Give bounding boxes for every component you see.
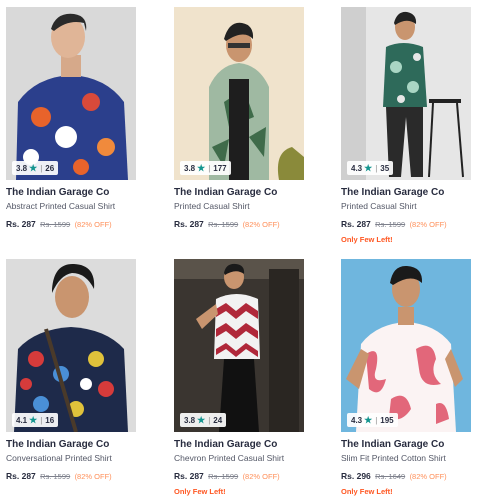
- review-count: 26: [45, 163, 55, 173]
- rating-badge: 4.3 ★ | 35: [347, 161, 394, 175]
- divider: |: [375, 163, 378, 173]
- rating-value: 3.8: [184, 163, 196, 173]
- price-row: Rs. 296 Rs. 1649 (82% OFF): [341, 471, 471, 481]
- product-image[interactable]: 3.8 ★ | 24: [174, 259, 304, 432]
- rating-badge: 4.1 ★ | 16: [12, 413, 59, 427]
- original-price: Rs. 1599: [208, 472, 239, 481]
- review-count: 177: [213, 163, 227, 173]
- price-row: Rs. 287 Rs. 1599 (82% OFF): [174, 219, 304, 229]
- discount-label: (82% OFF): [409, 220, 447, 229]
- product-image[interactable]: 3.8 ★ | 177: [174, 7, 304, 180]
- rating-badge: 3.8 ★ | 26: [12, 161, 59, 175]
- current-price: Rs. 287: [6, 471, 36, 481]
- product-brand[interactable]: The Indian Garage Co: [341, 439, 471, 450]
- star-icon: ★: [29, 162, 38, 173]
- divider: |: [40, 415, 43, 425]
- discount-label: (82% OFF): [242, 472, 280, 481]
- discount-label: (82% OFF): [74, 220, 112, 229]
- product-name[interactable]: Chevron Printed Casual Shirt: [174, 453, 304, 463]
- rating-value: 4.3: [351, 415, 363, 425]
- product-card[interactable]: 4.3 ★ | 35 The Indian Garage Co Printed …: [341, 7, 471, 244]
- product-brand[interactable]: The Indian Garage Co: [174, 187, 304, 198]
- original-price: Rs. 1599: [208, 220, 239, 229]
- product-name[interactable]: Conversational Printed Shirt: [6, 453, 136, 463]
- product-card[interactable]: 4.3 ★ | 195 The Indian Garage Co Slim Fi…: [341, 259, 471, 496]
- original-price: Rs. 1599: [40, 472, 71, 481]
- discount-label: (82% OFF): [409, 472, 447, 481]
- current-price: Rs. 287: [174, 471, 204, 481]
- product-image[interactable]: 3.8 ★ | 26: [6, 7, 136, 180]
- current-price: Rs. 287: [341, 219, 371, 229]
- divider: |: [375, 415, 378, 425]
- rating-badge: 3.8 ★ | 177: [180, 161, 231, 175]
- review-count: 16: [45, 415, 55, 425]
- original-price: Rs. 1599: [40, 220, 71, 229]
- product-name[interactable]: Slim Fit Printed Cotton Shirt: [341, 453, 471, 463]
- product-image[interactable]: 4.3 ★ | 35: [341, 7, 471, 180]
- rating-value: 3.8: [16, 163, 28, 173]
- product-brand[interactable]: The Indian Garage Co: [6, 439, 136, 450]
- rating-badge: 3.8 ★ | 24: [180, 413, 227, 427]
- product-image[interactable]: 4.1 ★ | 16: [6, 259, 136, 432]
- discount-label: (82% OFF): [242, 220, 280, 229]
- product-image[interactable]: 4.3 ★ | 195: [341, 259, 471, 432]
- product-card[interactable]: 3.8 ★ | 177 The Indian Garage Co Printed…: [174, 7, 304, 229]
- original-price: Rs. 1649: [375, 472, 406, 481]
- stock-warning: Only Few Left!: [174, 487, 226, 496]
- star-icon: ★: [29, 414, 38, 425]
- current-price: Rs. 287: [6, 219, 36, 229]
- review-count: 195: [380, 415, 394, 425]
- review-count: 24: [213, 415, 223, 425]
- current-price: Rs. 287: [174, 219, 204, 229]
- rating-value: 4.1: [16, 415, 28, 425]
- rating-value: 4.3: [351, 163, 363, 173]
- product-card[interactable]: 4.1 ★ | 16 The Indian Garage Co Conversa…: [6, 259, 136, 481]
- divider: |: [40, 163, 43, 173]
- original-price: Rs. 1599: [375, 220, 406, 229]
- star-icon: ★: [197, 162, 206, 173]
- star-icon: ★: [364, 162, 373, 173]
- product-name[interactable]: Abstract Printed Casual Shirt: [6, 201, 136, 211]
- rating-value: 3.8: [184, 415, 196, 425]
- divider: |: [208, 163, 211, 173]
- product-name[interactable]: Printed Casual Shirt: [174, 201, 304, 211]
- product-brand[interactable]: The Indian Garage Co: [6, 187, 136, 198]
- product-name[interactable]: Printed Casual Shirt: [341, 201, 471, 211]
- product-card[interactable]: 3.8 ★ | 24 The Indian Garage Co Chevron …: [174, 259, 304, 496]
- stock-warning: Only Few Left!: [341, 235, 393, 244]
- star-icon: ★: [197, 414, 206, 425]
- price-row: Rs. 287 Rs. 1599 (82% OFF): [6, 219, 136, 229]
- stock-warning: Only Few Left!: [341, 487, 393, 496]
- price-row: Rs. 287 Rs. 1599 (82% OFF): [6, 471, 136, 481]
- product-brand[interactable]: The Indian Garage Co: [341, 187, 471, 198]
- rating-badge: 4.3 ★ | 195: [347, 413, 398, 427]
- product-card[interactable]: 3.8 ★ | 26 The Indian Garage Co Abstract…: [6, 7, 136, 229]
- discount-label: (82% OFF): [74, 472, 112, 481]
- star-icon: ★: [364, 414, 373, 425]
- price-row: Rs. 287 Rs. 1599 (82% OFF): [174, 471, 304, 481]
- price-row: Rs. 287 Rs. 1599 (82% OFF): [341, 219, 471, 229]
- divider: |: [208, 415, 211, 425]
- product-brand[interactable]: The Indian Garage Co: [174, 439, 304, 450]
- review-count: 35: [380, 163, 390, 173]
- current-price: Rs. 296: [341, 471, 371, 481]
